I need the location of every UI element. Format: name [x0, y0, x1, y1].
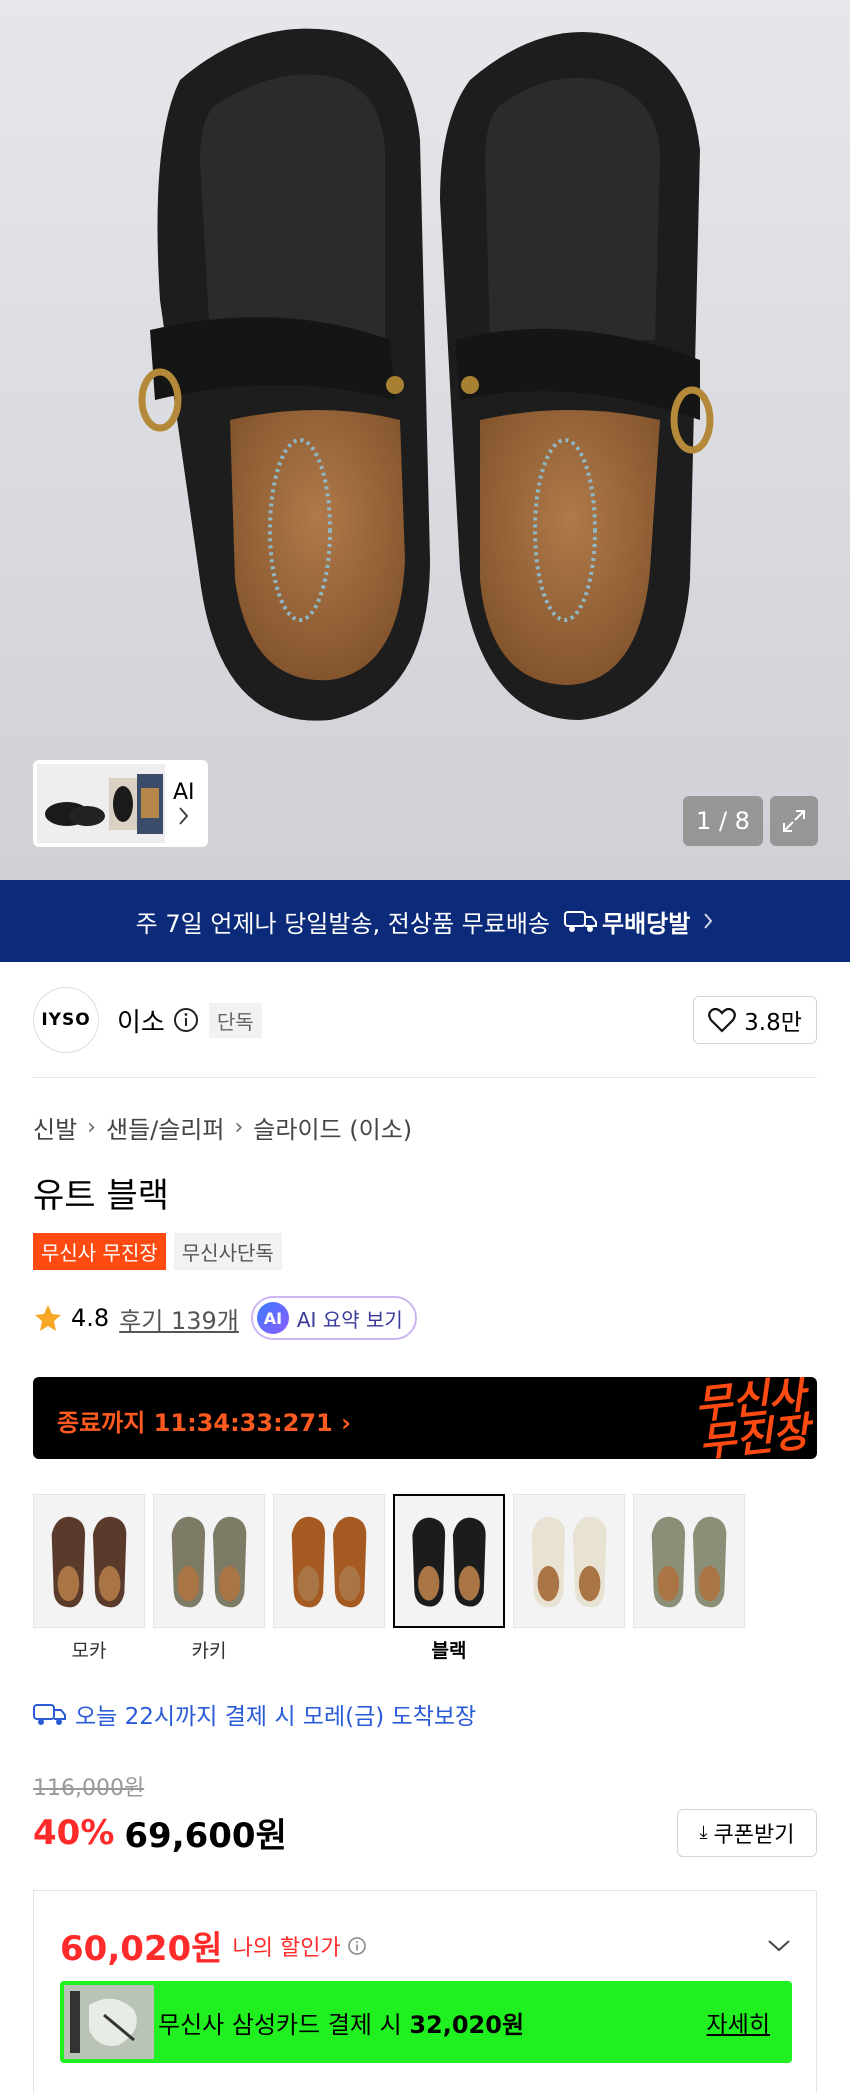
like-button[interactable]: 3.8만	[693, 996, 817, 1044]
free-delivery-logo: 무배당발	[564, 904, 690, 939]
swatch-label: 모카	[71, 1640, 107, 1662]
swatch-image	[33, 1494, 145, 1628]
breadcrumb-item[interactable]: 신발	[33, 1110, 77, 1145]
rating-score: 4.8	[71, 1304, 110, 1332]
delivery-guarantee: 오늘 22시까지 결제 시 모레(금) 도착보장	[33, 1697, 476, 1731]
event-logo: 무신사 무진장	[692, 1377, 812, 1459]
original-price: 116,000원	[33, 1776, 145, 1801]
reviews-link[interactable]: 후기 139개	[119, 1301, 239, 1336]
breadcrumb: 신발 › 샌들/슬리퍼 › 슬라이드 (이소)	[33, 1110, 412, 1145]
ai-summary-button[interactable]: AI AI 요약 보기	[250, 1296, 417, 1340]
detail-link[interactable]: 자세히	[707, 2005, 770, 2039]
info-icon[interactable]	[347, 1936, 367, 1956]
chevron-right-icon	[179, 807, 189, 825]
swatch-image	[633, 1494, 745, 1628]
image-counter: 1 / 8	[683, 796, 763, 846]
expand-icon	[783, 810, 805, 832]
heart-icon	[708, 1007, 736, 1033]
color-swatch[interactable]	[513, 1494, 625, 1660]
countdown-text: 종료까지 11:34:33:271 ›	[57, 1409, 352, 1437]
truck-icon	[564, 911, 597, 932]
event-tag: 무신사 무진장	[33, 1233, 166, 1270]
chevron-down-icon[interactable]	[766, 1938, 792, 1954]
brand-name[interactable]: 이소	[117, 1002, 165, 1039]
thumbnail-image	[37, 764, 165, 843]
product-tags: 무신사 무진장 무신사단독	[33, 1233, 282, 1270]
delivery-text: 오늘 22시까지 결제 시 모레(금) 도착보장	[75, 1704, 477, 1730]
download-icon: ⤓	[699, 1822, 708, 1843]
my-price-panel: 60,020원 나의 할인가 무신사 삼성카드 결제 시 32,020원 자세히	[33, 1890, 817, 2093]
truck-icon	[33, 1704, 66, 1725]
swatch-label: 블랙	[431, 1640, 467, 1662]
star-icon	[35, 1305, 61, 1331]
swatch-image	[513, 1494, 625, 1628]
like-count: 3.8만	[744, 1010, 802, 1036]
coupon-label: 쿠폰받기	[713, 1822, 795, 1848]
product-title: 유트 블랙	[33, 1176, 169, 1216]
rating-row: 4.8 후기 139개 AI AI 요약 보기	[33, 1296, 417, 1340]
color-swatch[interactable]: 카키	[153, 1494, 265, 1662]
color-swatch[interactable]	[633, 1494, 745, 1660]
brand-logo[interactable]: IYSO	[33, 987, 99, 1053]
divider	[33, 1077, 817, 1078]
color-swatch[interactable]: 모카	[33, 1494, 145, 1662]
swatch-label: 카키	[191, 1640, 227, 1662]
chevron-right-icon: ›	[234, 1115, 244, 1140]
breadcrumb-item[interactable]: 슬라이드 (이소)	[253, 1110, 412, 1145]
free-delivery-logo-text: 무배당발	[602, 909, 691, 938]
my-price-label: 나의 할인가	[232, 1935, 341, 1961]
banner-text: 주 7일 언제나 당일발송, 전상품 무료배송	[135, 909, 550, 938]
product-image-gallery[interactable]: AI 1 / 8	[0, 0, 850, 880]
swatch-image	[153, 1494, 265, 1628]
expand-button[interactable]	[770, 796, 818, 846]
exclusive-tag: 단독	[208, 1002, 262, 1038]
breadcrumb-item[interactable]: 샌들/슬리퍼	[106, 1110, 225, 1145]
color-swatch[interactable]: 블랙	[393, 1494, 505, 1662]
discount-rate: 40%	[33, 1812, 115, 1853]
my-price-row[interactable]: 60,020원 나의 할인가	[60, 1921, 792, 1970]
brand-row: IYSO 이소 단독 3.8만	[33, 985, 817, 1055]
timer-banner[interactable]: 종료까지 11:34:33:271 › 무신사 무진장	[33, 1377, 817, 1459]
card-promo-banner[interactable]: 무신사 삼성카드 결제 시 32,020원 자세히	[60, 1981, 792, 2063]
card-promo-text: 무신사 삼성카드 결제 시 32,020원	[158, 2010, 525, 2039]
ai-thumbnail-card[interactable]: AI	[33, 760, 208, 847]
chevron-right-icon	[704, 913, 713, 929]
card-image	[64, 1985, 154, 2059]
info-icon[interactable]	[173, 1007, 199, 1033]
color-swatches: 모카 카키 블랙	[33, 1494, 753, 1662]
swatch-image	[393, 1494, 505, 1628]
shipping-banner[interactable]: 주 7일 언제나 당일발송, 전상품 무료배송 무배당발	[0, 880, 850, 962]
ai-summary-label: AI 요약 보기	[296, 1307, 403, 1332]
ai-badge-icon: AI	[256, 1302, 289, 1334]
exclusive-tag: 무신사단독	[173, 1233, 282, 1270]
swatch-image	[273, 1494, 385, 1628]
product-photo	[0, 0, 850, 880]
my-price: 60,020원	[60, 1929, 223, 1969]
coupon-button[interactable]: ⤓ 쿠폰받기	[677, 1808, 817, 1857]
ai-label: AI	[173, 780, 195, 805]
chevron-right-icon: ›	[87, 1115, 96, 1140]
price-row: 40% 69,600원 ⤓ 쿠폰받기	[33, 1808, 817, 1857]
sale-price: 69,600원	[124, 1816, 287, 1856]
color-swatch[interactable]	[273, 1494, 385, 1660]
